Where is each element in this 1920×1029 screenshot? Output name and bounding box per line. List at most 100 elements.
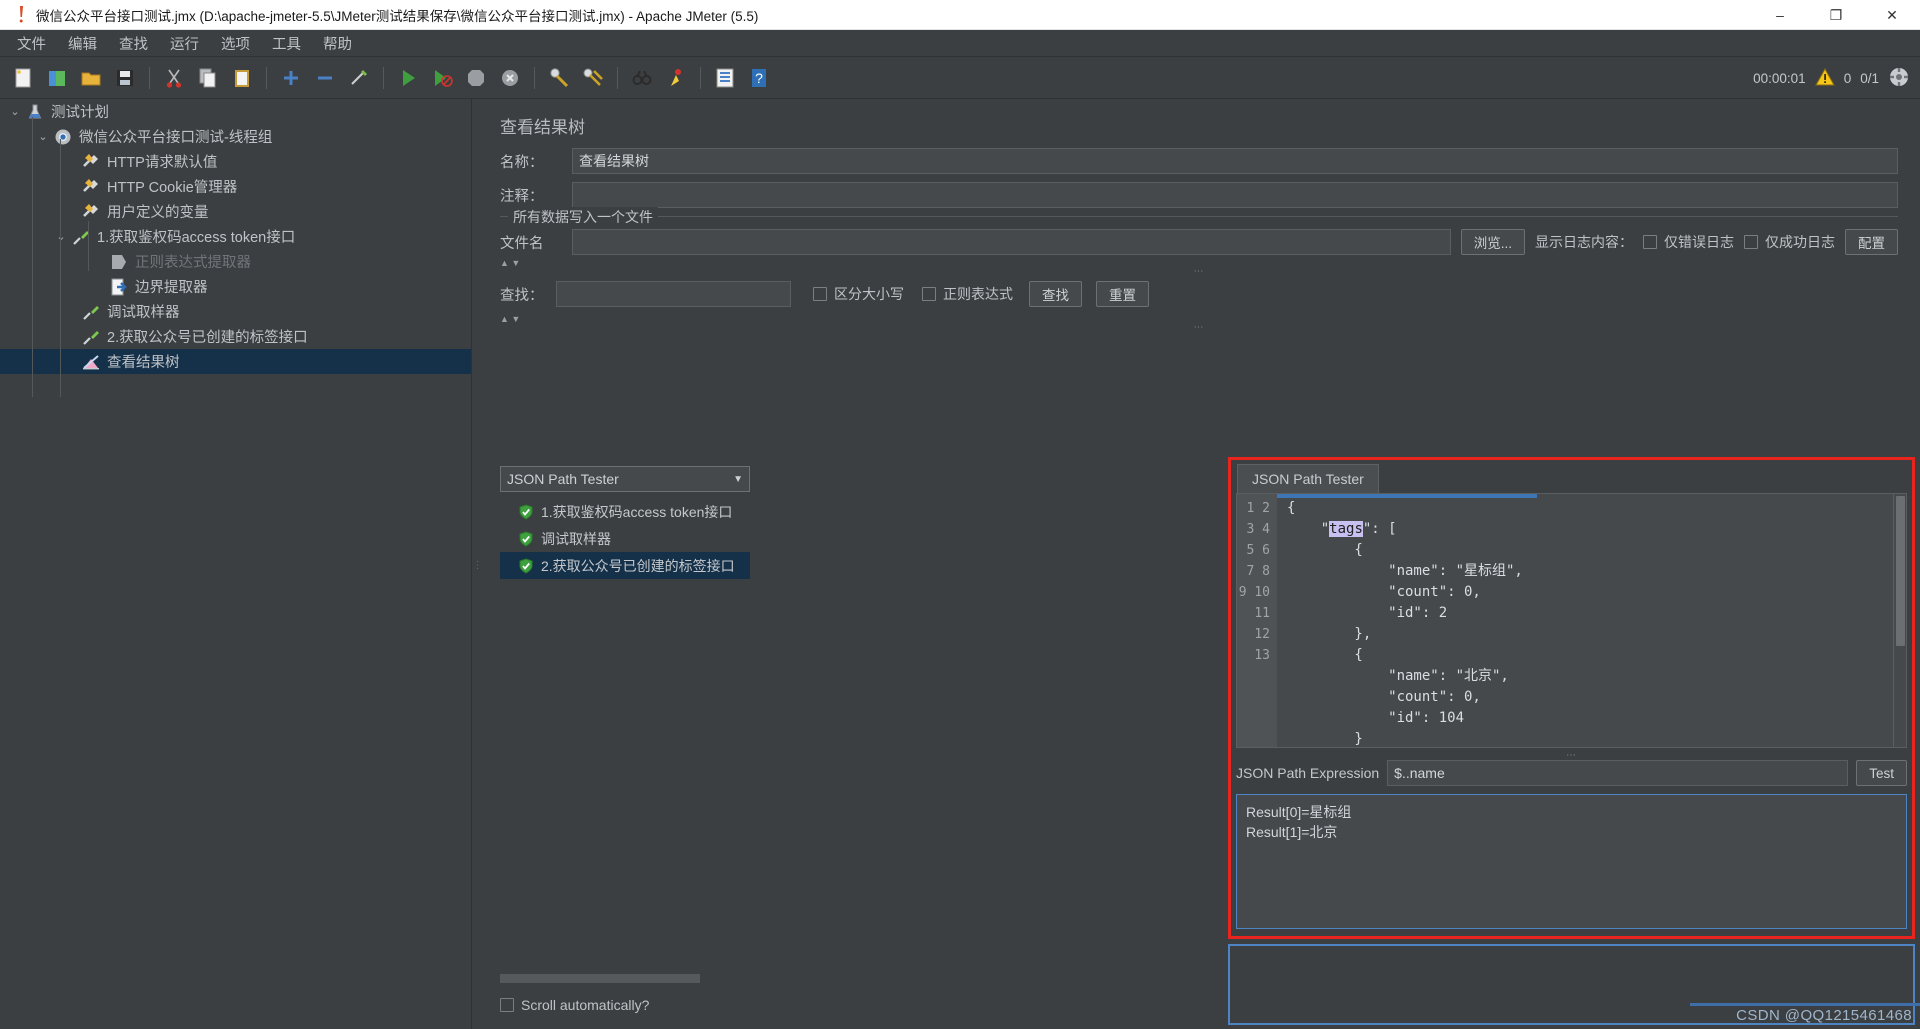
menu-help[interactable]: 帮助 bbox=[312, 30, 363, 57]
chevron-down-icon[interactable]: ▼ bbox=[733, 474, 743, 485]
code-post: ": [ { "name": "星标组", "count": 0, "id": … bbox=[1354, 521, 1523, 747]
scrollbar-thumb[interactable] bbox=[1896, 496, 1905, 646]
start-no-pause-icon[interactable] bbox=[427, 63, 457, 93]
group-title: 所有数据写入一个文件 bbox=[508, 207, 658, 227]
templates-icon[interactable] bbox=[42, 63, 72, 93]
tree-node-view-results-tree[interactable]: 查看结果树 bbox=[0, 349, 471, 374]
menu-tools[interactable]: 工具 bbox=[261, 30, 312, 57]
clear-icon[interactable] bbox=[544, 63, 574, 93]
checkbox-box[interactable] bbox=[1643, 235, 1657, 249]
toolbar-separator bbox=[266, 66, 267, 89]
json-code[interactable]: { "tags": [ { "name": "星标组", "count": 0,… bbox=[1277, 494, 1893, 747]
shutdown-icon[interactable] bbox=[495, 63, 525, 93]
chevron-down-icon[interactable]: ⌄ bbox=[34, 130, 52, 143]
menu-options[interactable]: 选项 bbox=[210, 30, 261, 57]
toggle-icon[interactable] bbox=[344, 63, 374, 93]
watermark-text: CSDN @QQ1215461468 bbox=[1736, 1007, 1912, 1024]
case-sensitive-checkbox[interactable]: 区分大小写 bbox=[813, 284, 904, 304]
success-only-label: 仅成功日志 bbox=[1765, 234, 1835, 250]
checkbox-box[interactable] bbox=[813, 287, 827, 301]
reset-button[interactable]: 重置 bbox=[1096, 281, 1149, 307]
chevron-down-icon[interactable]: ⌄ bbox=[52, 230, 70, 243]
scroll-automatically-checkbox[interactable]: Scroll automatically? bbox=[500, 997, 649, 1013]
success-only-checkbox[interactable]: 仅成功日志 bbox=[1744, 232, 1835, 252]
results-column: JSON Path Tester ▼ 1.获取鉴权码access token接口… bbox=[500, 466, 750, 1021]
configure-button[interactable]: 配置 bbox=[1845, 229, 1898, 255]
start-icon[interactable] bbox=[393, 63, 423, 93]
comment-input[interactable] bbox=[572, 182, 1898, 208]
new-icon[interactable] bbox=[8, 63, 38, 93]
renderer-select[interactable]: JSON Path Tester ▼ bbox=[500, 466, 750, 492]
help-icon[interactable]: ? bbox=[744, 63, 774, 93]
tree-node-thread-group[interactable]: ⌄ 微信公众平台接口测试-线程组 bbox=[0, 124, 471, 149]
tree-node-sampler-2[interactable]: 2.获取公众号已创建的标签接口 bbox=[0, 324, 471, 349]
cut-icon[interactable] bbox=[159, 63, 189, 93]
tree-node-http-defaults[interactable]: HTTP请求默认值 bbox=[0, 149, 471, 174]
filename-input[interactable] bbox=[572, 229, 1451, 255]
json-path-result-output[interactable]: Result[0]=星标组 Result[1]=北京 bbox=[1236, 794, 1907, 929]
save-icon[interactable] bbox=[110, 63, 140, 93]
expand-all-icon[interactable] bbox=[276, 63, 306, 93]
json-path-expression-row: JSON Path Expression $..name Test bbox=[1236, 760, 1907, 786]
tree-node-http-cookie-manager[interactable]: HTTP Cookie管理器 bbox=[0, 174, 471, 199]
close-button[interactable]: ✕ bbox=[1864, 0, 1920, 30]
tree-node-boundary-extractor[interactable]: 边界提取器 bbox=[0, 274, 471, 299]
name-input[interactable]: 查看结果树 bbox=[572, 148, 1898, 174]
menu-search[interactable]: 查找 bbox=[108, 30, 159, 57]
paste-icon[interactable] bbox=[227, 63, 257, 93]
checkbox-box[interactable] bbox=[922, 287, 936, 301]
browse-button[interactable]: 浏览... bbox=[1460, 229, 1525, 255]
tab-json-path-tester[interactable]: JSON Path Tester bbox=[1237, 464, 1379, 493]
tree-node-label: HTTP请求默认值 bbox=[107, 155, 218, 171]
stop-icon[interactable] bbox=[461, 63, 491, 93]
menu-bar: 文件 编辑 查找 运行 选项 工具 帮助 bbox=[0, 30, 1920, 57]
maximize-button[interactable]: ❐ bbox=[1808, 0, 1864, 30]
tree-node-sampler-1[interactable]: ⌄ 1.获取鉴权码access token接口 bbox=[0, 224, 471, 249]
list-item-label: 2.获取公众号已创建的标签接口 bbox=[541, 557, 735, 574]
vertical-scrollbar[interactable] bbox=[1893, 494, 1906, 747]
menu-edit[interactable]: 编辑 bbox=[57, 30, 108, 57]
open-icon[interactable] bbox=[76, 63, 106, 93]
thread-count: 0/1 bbox=[1860, 70, 1879, 86]
regex-checkbox[interactable]: 正则表达式 bbox=[922, 284, 1013, 304]
json-response-viewer[interactable]: 1 2 3 4 5 6 7 8 9 10 11 12 13 { "tags": … bbox=[1236, 493, 1907, 748]
checkbox-box[interactable] bbox=[500, 998, 514, 1012]
list-item[interactable]: 2.获取公众号已创建的标签接口 bbox=[500, 552, 750, 579]
sampler-icon bbox=[80, 302, 102, 322]
menu-file[interactable]: 文件 bbox=[6, 30, 57, 57]
tree-node-debug-sampler[interactable]: 调试取样器 bbox=[0, 299, 471, 324]
watermark-underline bbox=[1690, 1003, 1920, 1006]
clear-all-icon[interactable] bbox=[578, 63, 608, 93]
tree-node-regex-extractor[interactable]: 正则表达式提取器 bbox=[0, 249, 471, 274]
drag-handle-top[interactable]: ⋯ bbox=[478, 267, 1920, 279]
success-shield-icon bbox=[518, 530, 534, 547]
search-input[interactable] bbox=[556, 281, 791, 307]
view-results-tree-icon bbox=[80, 352, 102, 372]
search-button[interactable]: 查找 bbox=[1029, 281, 1082, 307]
errors-only-checkbox[interactable]: 仅错误日志 bbox=[1643, 232, 1734, 252]
tree-node-user-defined-variables[interactable]: 用户定义的变量 bbox=[0, 199, 471, 224]
name-row: 名称： 查看结果树 bbox=[478, 148, 1920, 174]
horizontal-scrollbar[interactable] bbox=[500, 974, 700, 983]
copy-icon[interactable] bbox=[193, 63, 223, 93]
toolbar: ? 00:00:01 0 0/1 bbox=[0, 57, 1920, 99]
tree-node-test-plan[interactable]: ⌄ 测试计划 bbox=[0, 99, 471, 124]
list-item[interactable]: 调试取样器 bbox=[500, 525, 750, 552]
search-reset-icon[interactable] bbox=[661, 63, 691, 93]
sample-result-list[interactable]: 1.获取鉴权码access token接口 调试取样器 2.获取公众号已创建的标… bbox=[500, 498, 750, 579]
minimize-button[interactable]: – bbox=[1752, 0, 1808, 30]
drag-handle-bottom[interactable]: ⋯ bbox=[478, 323, 1920, 335]
test-button[interactable]: Test bbox=[1856, 760, 1907, 786]
success-shield-icon bbox=[518, 503, 534, 520]
search-icon[interactable] bbox=[627, 63, 657, 93]
function-helper-icon[interactable] bbox=[710, 63, 740, 93]
chevron-down-icon[interactable]: ⌄ bbox=[6, 105, 24, 118]
toolbar-separator bbox=[700, 66, 701, 89]
test-plan-tree[interactable]: ⌄ 测试计划 ⌄ 微信公众平台接口测试-线程组 HTTP请求默认值 HTTP C… bbox=[0, 99, 472, 1029]
menu-run[interactable]: 运行 bbox=[159, 30, 210, 57]
checkbox-box[interactable] bbox=[1744, 235, 1758, 249]
collapse-all-icon[interactable] bbox=[310, 63, 340, 93]
list-item[interactable]: 1.获取鉴权码access token接口 bbox=[500, 498, 750, 525]
warning-icon[interactable] bbox=[1814, 67, 1835, 89]
expression-input[interactable]: $..name bbox=[1387, 760, 1849, 786]
